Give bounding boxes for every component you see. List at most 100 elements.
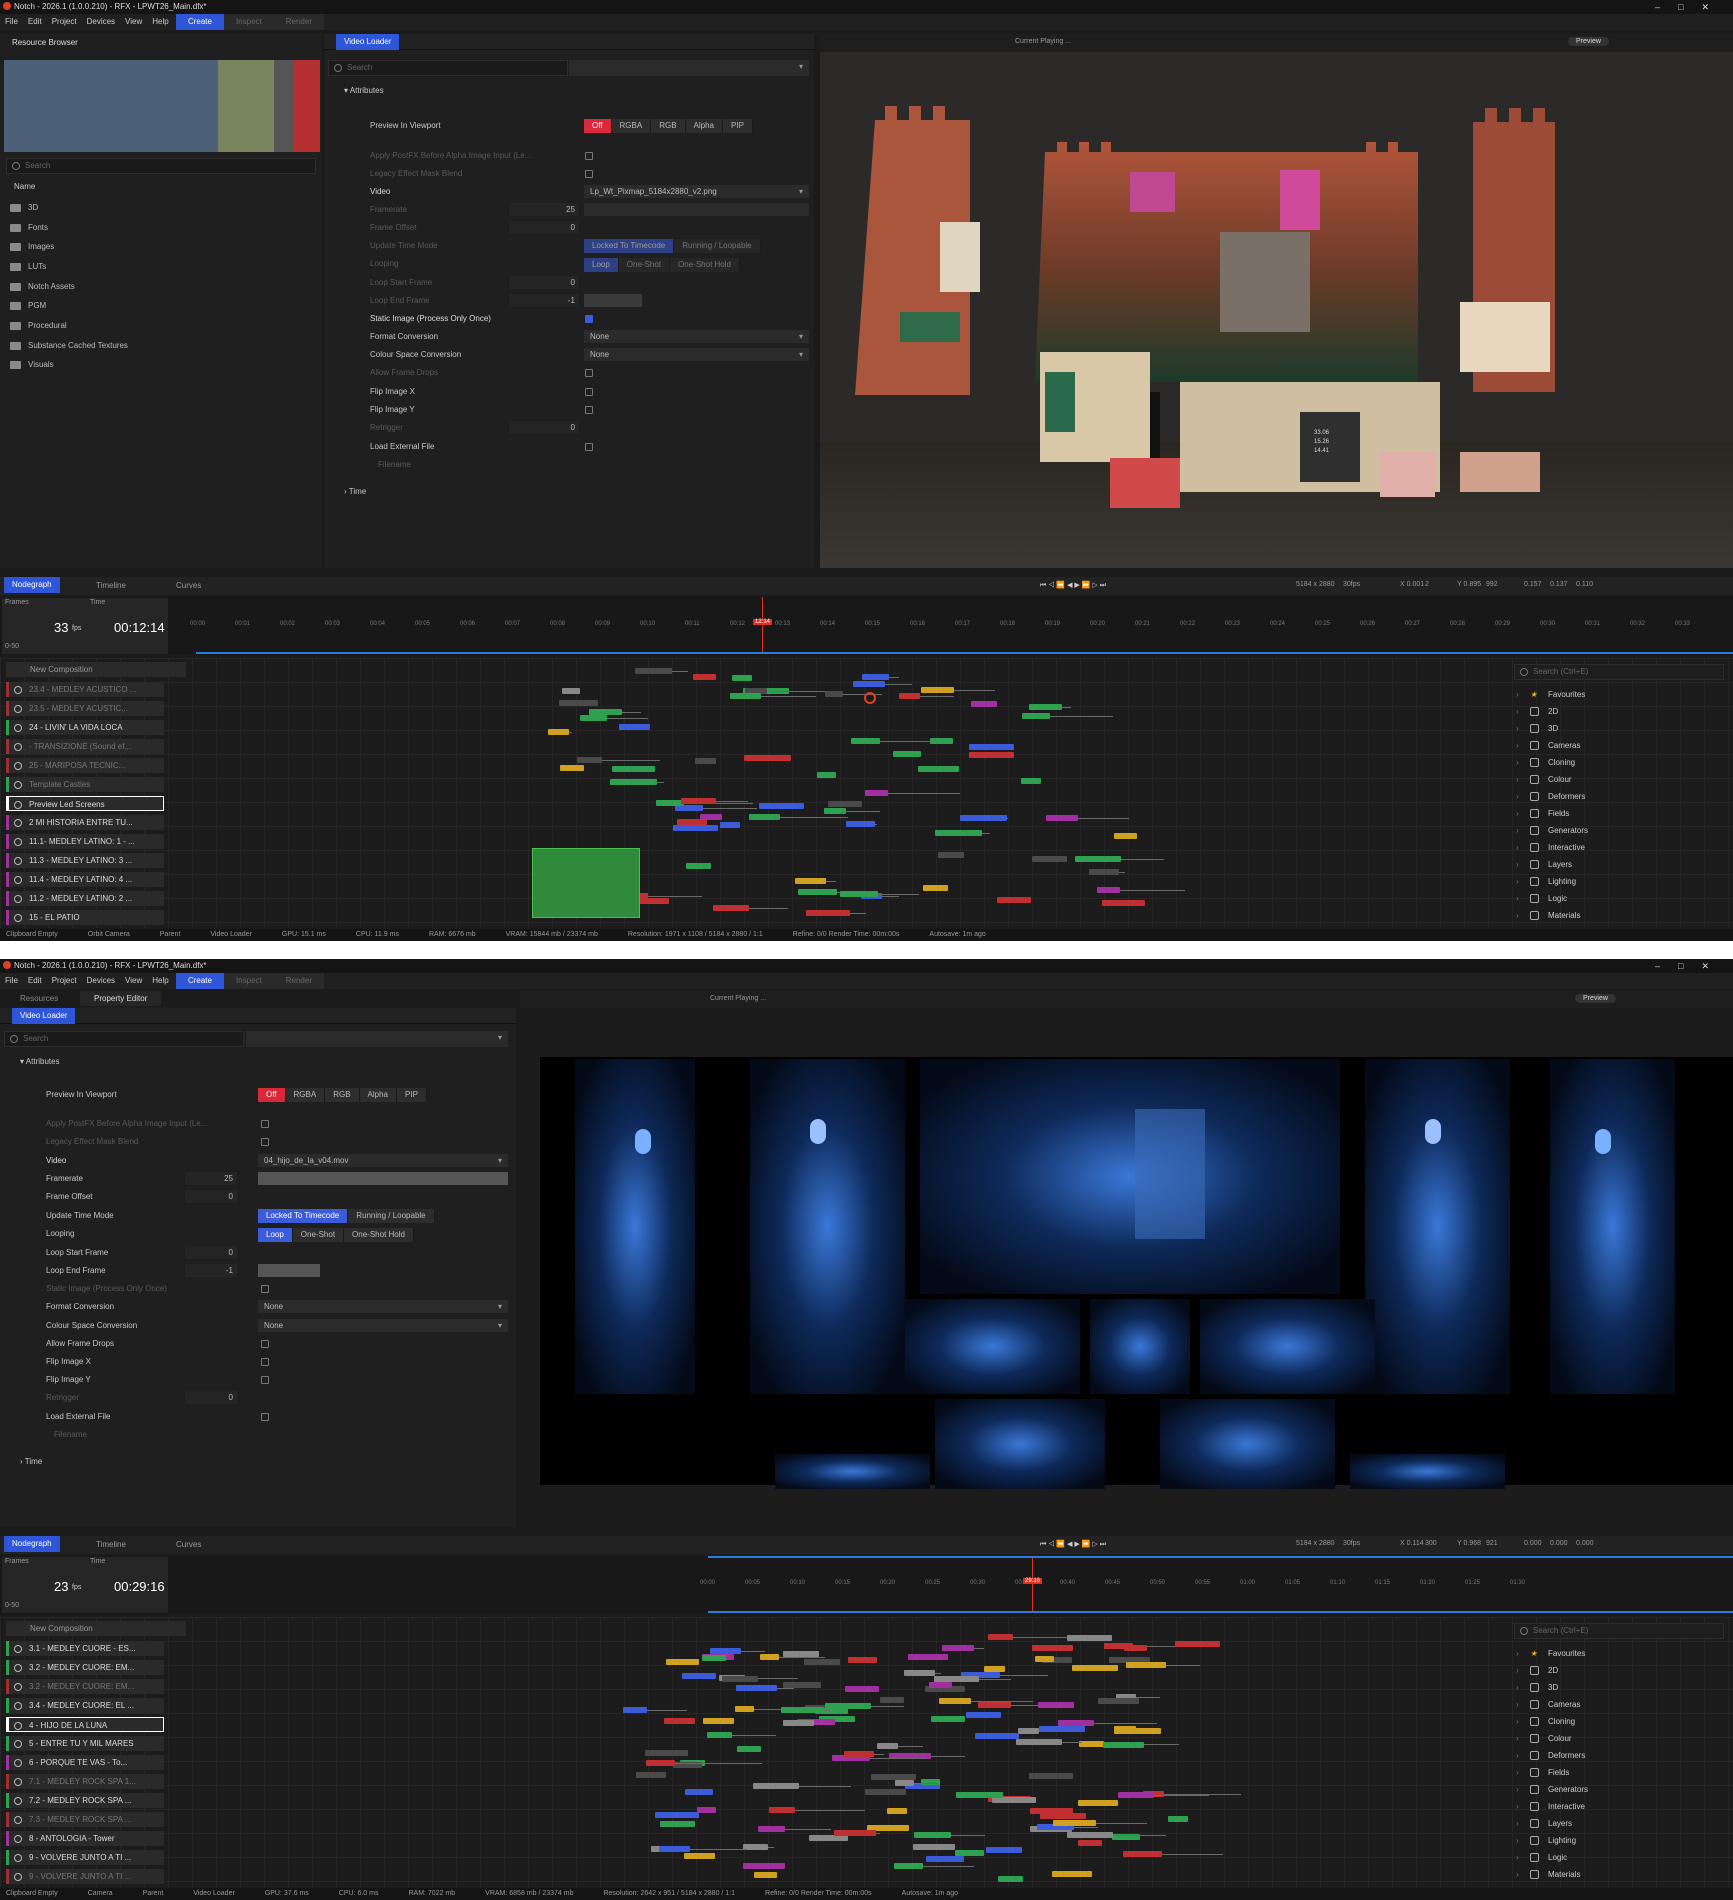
graph-node[interactable] bbox=[735, 1685, 777, 1692]
category-interactive[interactable]: Interactive bbox=[1512, 1798, 1585, 1815]
graph-node[interactable] bbox=[913, 1844, 956, 1851]
layer-item[interactable]: 25 - MARIPOSA TECNIC... bbox=[6, 758, 164, 773]
layer-item[interactable]: 7.2 - MEDLEY ROCK SPA ... bbox=[6, 1793, 164, 1808]
mode-inspect[interactable]: Inspect bbox=[223, 973, 274, 989]
graph-node[interactable] bbox=[834, 1830, 876, 1837]
loop-end-slider[interactable] bbox=[258, 1264, 320, 1277]
one-shot-hold-option[interactable]: One-Shot Hold bbox=[670, 258, 740, 272]
graph-node[interactable] bbox=[817, 771, 836, 778]
graph-node[interactable] bbox=[918, 765, 959, 772]
layer-item[interactable]: 3.2 - MEDLEY CUORE: EM... bbox=[6, 1679, 164, 1694]
preview-pip[interactable]: PIP bbox=[397, 1088, 427, 1102]
graph-node[interactable] bbox=[783, 1719, 815, 1726]
graph-node[interactable] bbox=[968, 752, 1015, 759]
running-loopable[interactable]: Running / Loopable bbox=[674, 239, 761, 253]
graph-node[interactable] bbox=[1101, 899, 1146, 906]
time-section[interactable]: › Time bbox=[20, 1453, 42, 1470]
graph-node[interactable] bbox=[934, 829, 982, 836]
graph-node[interactable] bbox=[1075, 856, 1121, 863]
playhead-line[interactable] bbox=[762, 597, 763, 653]
graph-node[interactable] bbox=[997, 1875, 1023, 1882]
framerate-slider[interactable] bbox=[258, 1172, 508, 1185]
category-fields[interactable]: Fields bbox=[1512, 805, 1569, 822]
graph-node[interactable] bbox=[558, 699, 599, 706]
tab-property-editor[interactable]: Property Editor bbox=[80, 991, 162, 1006]
graph-node[interactable] bbox=[734, 1706, 754, 1713]
preview-rgb[interactable]: RGB bbox=[651, 119, 686, 133]
graph-node[interactable] bbox=[851, 737, 880, 744]
graph-node[interactable] bbox=[853, 681, 886, 688]
graph-node[interactable] bbox=[693, 674, 717, 681]
running-loopable[interactable]: Running / Loopable bbox=[348, 1209, 435, 1223]
tab-video-loader[interactable]: Video Loader bbox=[12, 1008, 76, 1024]
thumb-images[interactable] bbox=[4, 60, 218, 152]
graph-node[interactable] bbox=[695, 757, 716, 764]
preview-off[interactable]: Off bbox=[258, 1088, 286, 1102]
graph-node[interactable] bbox=[722, 1675, 758, 1682]
layer-item[interactable]: 11.1- MEDLEY LATINO: 1 - ... bbox=[6, 834, 164, 849]
graph-node[interactable] bbox=[797, 888, 838, 895]
loop-end-input[interactable]: -1 bbox=[185, 1264, 237, 1277]
preview-rgb[interactable]: RGB bbox=[325, 1088, 360, 1102]
graph-node[interactable] bbox=[656, 799, 684, 806]
preview-rgba[interactable]: RGBA bbox=[285, 1088, 326, 1102]
layer-item[interactable]: - TRANSIZIONE (Sound ef... bbox=[6, 739, 164, 754]
new-composition-button[interactable]: New Composition bbox=[6, 662, 186, 677]
graph-node[interactable] bbox=[611, 765, 655, 772]
graph-node[interactable] bbox=[709, 1647, 742, 1654]
graph-node[interactable] bbox=[894, 1779, 915, 1786]
menu-edit[interactable]: Edit bbox=[23, 973, 47, 989]
category-interactive[interactable]: Interactive bbox=[1512, 839, 1585, 856]
colour-space-dropdown[interactable]: None bbox=[584, 348, 809, 361]
folder-substance[interactable]: Substance Cached Textures bbox=[10, 338, 128, 354]
tab-timeline[interactable]: Timeline bbox=[96, 1540, 126, 1549]
graph-node[interactable] bbox=[758, 802, 804, 809]
preview-alpha[interactable]: Alpha bbox=[359, 1088, 398, 1102]
format-conversion-dropdown[interactable]: None bbox=[584, 330, 809, 343]
layer-item[interactable]: 11.2 - MEDLEY LATINO: 2 ... bbox=[6, 891, 164, 906]
timeline-strip[interactable]: Frames Time 33 fps 00:12:14 0-50 00:00 00… bbox=[0, 597, 1733, 655]
layer-item[interactable]: 7.1 - MEDLEY ROCK SPA 1... bbox=[6, 1774, 164, 1789]
folder-pgm[interactable]: PGM bbox=[10, 298, 46, 314]
folder-images[interactable]: Images bbox=[10, 239, 54, 255]
preview-button[interactable]: Preview bbox=[1568, 37, 1609, 46]
folder-fonts[interactable]: Fonts bbox=[10, 220, 48, 236]
graph-node[interactable] bbox=[754, 1871, 777, 1878]
flip-y-checkbox[interactable] bbox=[261, 1376, 269, 1384]
load-external-checkbox[interactable] bbox=[261, 1413, 269, 1421]
format-conversion-dropdown[interactable]: None bbox=[258, 1300, 508, 1313]
layer-item[interactable]: 3.1 - MEDLEY CUORE - ES... bbox=[6, 1641, 164, 1656]
graph-node[interactable] bbox=[757, 1826, 786, 1833]
resource-search[interactable]: Search bbox=[6, 158, 316, 174]
folder-visuals[interactable]: Visuals bbox=[10, 357, 54, 373]
graph-node[interactable] bbox=[665, 1659, 700, 1666]
category-cloning[interactable]: Cloning bbox=[1512, 754, 1575, 771]
colour-space-dropdown[interactable]: None bbox=[258, 1319, 508, 1332]
category-fields[interactable]: Fields bbox=[1512, 1764, 1569, 1781]
graph-node[interactable] bbox=[610, 779, 657, 786]
graph-node[interactable] bbox=[939, 1697, 971, 1704]
category-generators[interactable]: Generators bbox=[1512, 1781, 1588, 1798]
tab-curves[interactable]: Curves bbox=[176, 1540, 201, 1549]
layer-item[interactable]: 11.4 - MEDLEY LATINO: 4 ... bbox=[6, 872, 164, 887]
graph-node[interactable] bbox=[730, 693, 761, 700]
graph-node[interactable] bbox=[719, 821, 740, 828]
graph-node[interactable] bbox=[1039, 1812, 1087, 1819]
graph-node[interactable] bbox=[731, 674, 752, 681]
graph-node[interactable] bbox=[1102, 1742, 1145, 1749]
nodegraph-canvas[interactable]: New Composition 23.4 - MEDLEY ACUSTICO .… bbox=[0, 658, 1733, 928]
graph-node[interactable] bbox=[1017, 1727, 1040, 1734]
graph-node[interactable] bbox=[903, 1669, 936, 1676]
node-search[interactable]: Search (Ctrl+E) bbox=[1514, 1623, 1724, 1639]
locked-to-timecode[interactable]: Locked To Timecode bbox=[584, 239, 675, 253]
graph-node[interactable] bbox=[1021, 712, 1050, 719]
category-layers[interactable]: Layers bbox=[1512, 1815, 1572, 1832]
graph-node[interactable] bbox=[955, 1850, 985, 1857]
graph-node[interactable] bbox=[1045, 814, 1078, 821]
apply-postfx-checkbox[interactable] bbox=[585, 152, 593, 160]
time-section[interactable]: › Time bbox=[344, 483, 366, 500]
graph-node[interactable] bbox=[706, 1732, 732, 1739]
one-shot-option[interactable]: One-Shot bbox=[618, 258, 671, 272]
transport-controls[interactable]: ⏮ ◁ ⏪ ◀ ▶ ⏩ ▷ ⏭ bbox=[1040, 581, 1106, 590]
graph-node[interactable] bbox=[987, 1634, 1013, 1641]
